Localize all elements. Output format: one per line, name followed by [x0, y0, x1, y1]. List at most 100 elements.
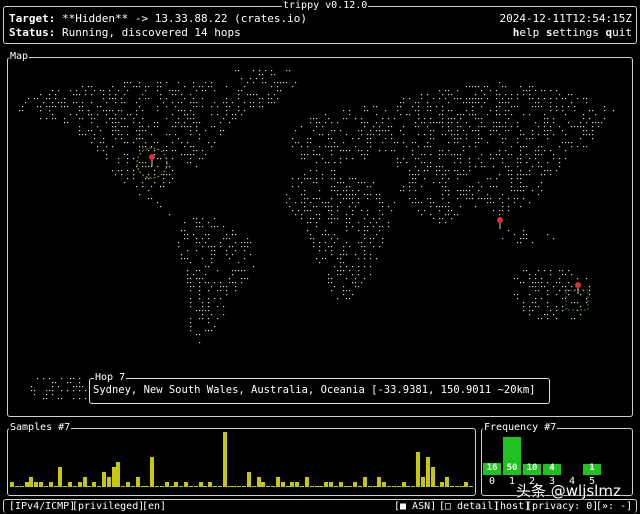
map-dot	[466, 86, 468, 88]
map-dot	[532, 134, 534, 136]
map-dot	[598, 126, 600, 128]
map-dot	[568, 270, 570, 272]
map-dot	[172, 114, 174, 116]
map-dot	[379, 130, 381, 132]
map-dot	[544, 130, 546, 132]
map-dot	[370, 134, 372, 136]
map-dot	[511, 94, 513, 96]
map-dot	[550, 150, 552, 152]
map-dot	[307, 138, 309, 140]
host-mode[interactable]: [host]	[494, 500, 530, 513]
map-dot	[538, 166, 540, 168]
map-dot	[520, 146, 522, 148]
map-dot	[514, 278, 516, 280]
map-dot	[457, 170, 459, 172]
map-dot	[298, 210, 300, 212]
samples-bar	[68, 482, 73, 487]
map-dot	[523, 306, 525, 308]
map-dot	[442, 218, 444, 220]
map-dot	[331, 198, 333, 200]
map-dot	[325, 206, 327, 208]
map-dot	[370, 194, 372, 196]
map-dot	[337, 210, 339, 212]
map-dot	[148, 98, 150, 100]
map-dot	[367, 198, 369, 200]
map-dot	[190, 282, 192, 284]
map-dot	[55, 106, 57, 108]
map-dot	[397, 166, 399, 168]
map-dot	[139, 82, 141, 84]
map-dot	[538, 102, 540, 104]
map-dot	[511, 170, 513, 172]
samples-bar	[459, 486, 464, 487]
samples-bar	[106, 477, 111, 487]
map-dot	[172, 126, 174, 128]
map-dot	[199, 222, 201, 224]
map-dot	[526, 146, 528, 148]
map-dot	[94, 118, 96, 120]
map-dot	[310, 234, 312, 236]
samples-bar	[469, 486, 474, 487]
samples-bar	[343, 486, 348, 487]
map-dot	[523, 198, 525, 200]
map-dot	[343, 142, 345, 144]
map-dot	[445, 182, 447, 184]
map-dot	[445, 214, 447, 216]
map-dot	[532, 302, 534, 304]
map-dot	[547, 234, 549, 236]
map-dot	[445, 186, 447, 188]
map-dot	[343, 250, 345, 252]
protocol-badge: [IPv4/ICMP]	[9, 501, 76, 512]
map-dot	[88, 130, 90, 132]
map-dot	[37, 98, 39, 100]
map-dot	[580, 122, 582, 124]
map-dot	[349, 114, 351, 116]
detail-toggle[interactable]: [□ detail]	[439, 500, 499, 513]
map-dot	[52, 118, 54, 120]
map-dot	[205, 282, 207, 284]
frequency-bar-label: 50	[506, 463, 518, 473]
map-dot	[166, 98, 168, 100]
map-dot	[223, 314, 225, 316]
map-dot	[172, 90, 174, 92]
map-dot	[76, 102, 78, 104]
map-dot	[82, 118, 84, 120]
map-dot	[181, 110, 183, 112]
map-dot	[460, 190, 462, 192]
map-dot	[202, 218, 204, 220]
map-dot	[310, 222, 312, 224]
map-dot	[337, 270, 339, 272]
map-dot	[328, 234, 330, 236]
map-dot	[364, 238, 366, 240]
map-dot	[430, 110, 432, 112]
map-dot	[148, 178, 150, 180]
map-dot	[190, 322, 192, 324]
map-dot	[403, 190, 405, 192]
map-dot	[520, 190, 522, 192]
map-dot	[490, 202, 492, 204]
privacy-level[interactable]: [privacy: 0]	[526, 500, 598, 513]
map-dot	[376, 198, 378, 200]
map-dot	[208, 318, 210, 320]
map-dot	[145, 86, 147, 88]
samples-bar	[377, 477, 382, 487]
map-dot	[346, 222, 348, 224]
map-dot	[499, 214, 501, 216]
map-dot	[541, 146, 543, 148]
map-dot	[592, 122, 594, 124]
map-dot	[268, 98, 270, 100]
frequency-bar-label: 1	[589, 463, 595, 473]
asn-toggle[interactable]: [■ ASN]	[394, 500, 436, 513]
map-dot	[91, 122, 93, 124]
map-dot	[352, 294, 354, 296]
frequency-bar-label: 16	[486, 463, 498, 473]
samples-bar	[449, 486, 454, 487]
map-dot	[169, 214, 171, 216]
map-dot	[100, 106, 102, 108]
map-dot	[229, 106, 231, 108]
map-dot	[184, 110, 186, 112]
map-dot	[202, 310, 204, 312]
map-dot	[574, 318, 576, 320]
map-dot	[187, 274, 189, 276]
map-dot	[184, 126, 186, 128]
